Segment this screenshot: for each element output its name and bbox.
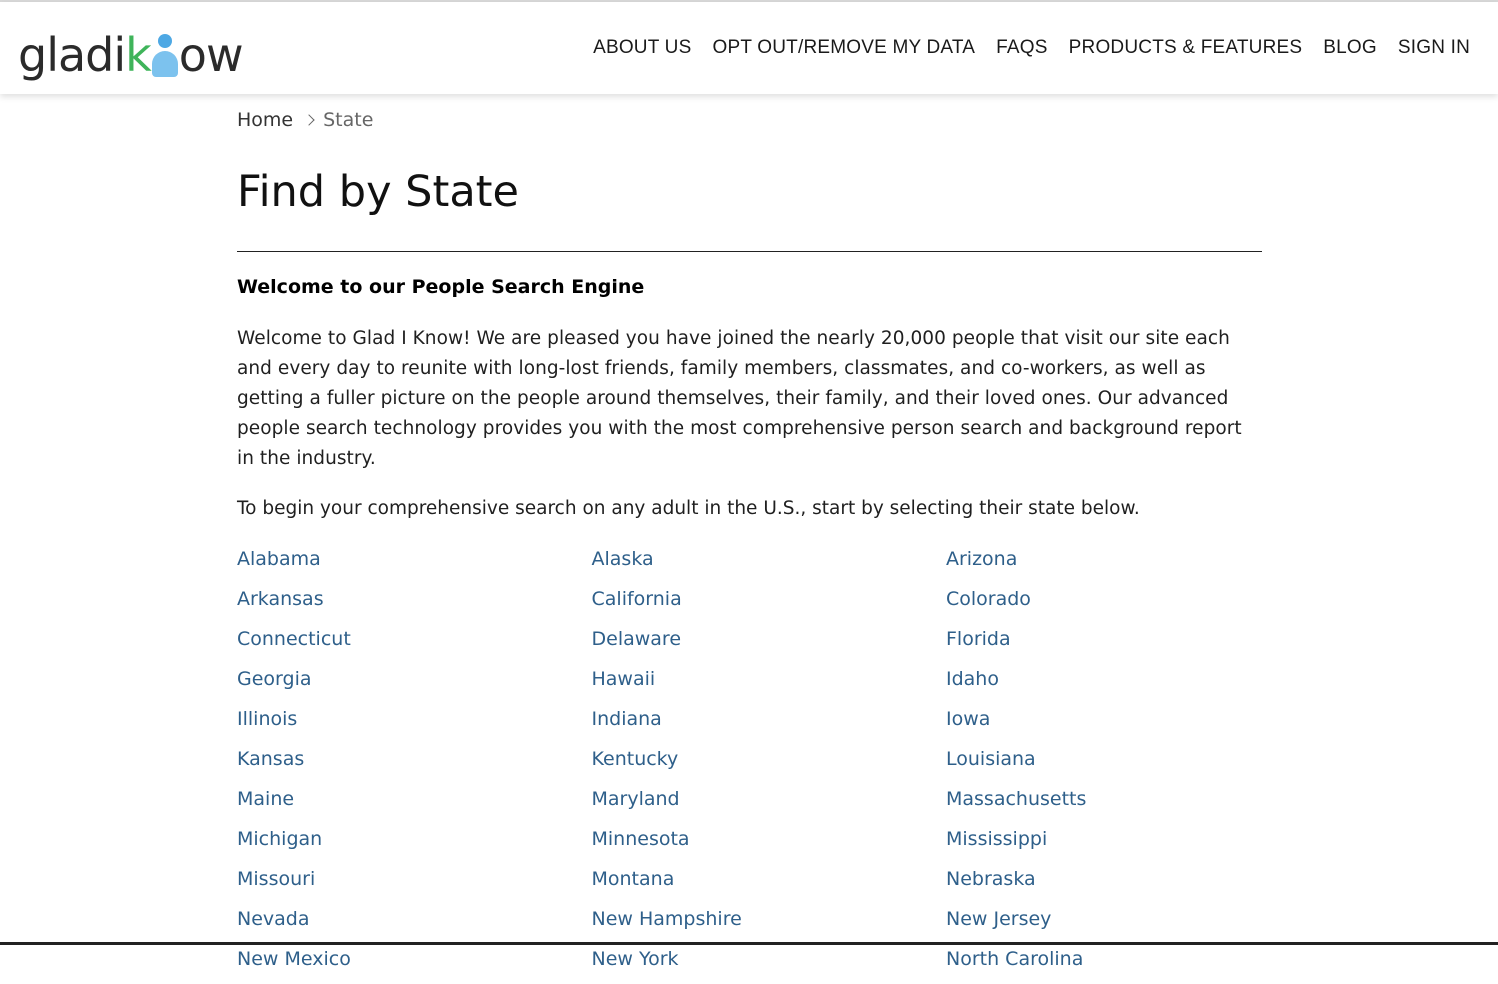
state-link-kansas[interactable]: Kansas xyxy=(237,744,592,784)
logo-text-left: gladi xyxy=(18,28,126,82)
state-link-nebraska[interactable]: Nebraska xyxy=(946,864,1262,904)
state-link-michigan[interactable]: Michigan xyxy=(237,824,592,864)
state-link-massachusetts[interactable]: Massachusetts xyxy=(946,784,1262,824)
nav-sign-in[interactable]: SIGN IN xyxy=(1398,37,1470,59)
state-link-georgia[interactable]: Georgia xyxy=(237,664,592,704)
nav-opt-out[interactable]: OPT OUT/REMOVE MY DATA xyxy=(712,37,975,59)
state-link-delaware[interactable]: Delaware xyxy=(592,624,947,664)
logo-text-green: k xyxy=(125,28,152,82)
nav-faqs[interactable]: FAQS xyxy=(996,37,1047,59)
intro-heading: Welcome to our People Search Engine xyxy=(237,276,645,298)
state-link-mississippi[interactable]: Mississippi xyxy=(946,824,1262,864)
state-link-florida[interactable]: Florida xyxy=(946,624,1262,664)
state-link-colorado[interactable]: Colorado xyxy=(946,584,1262,624)
page-title: Find by State xyxy=(237,167,519,217)
state-link-montana[interactable]: Montana xyxy=(592,864,947,904)
state-link-kentucky[interactable]: Kentucky xyxy=(592,744,947,784)
logo-text-right: ow xyxy=(178,28,244,82)
state-link-iowa[interactable]: Iowa xyxy=(946,704,1262,744)
state-link-california[interactable]: California xyxy=(592,584,947,624)
main-nav: ABOUT US OPT OUT/REMOVE MY DATA FAQS PRO… xyxy=(593,2,1470,94)
state-link-north-carolina[interactable]: North Carolina xyxy=(946,944,1262,984)
nav-about-us[interactable]: ABOUT US xyxy=(593,37,691,59)
state-link-alaska[interactable]: Alaska xyxy=(592,544,947,584)
state-link-alabama[interactable]: Alabama xyxy=(237,544,592,584)
state-link-louisiana[interactable]: Louisiana xyxy=(946,744,1262,784)
state-link-missouri[interactable]: Missouri xyxy=(237,864,592,904)
state-link-illinois[interactable]: Illinois xyxy=(237,704,592,744)
chevron-right-icon xyxy=(303,114,315,126)
state-link-minnesota[interactable]: Minnesota xyxy=(592,824,947,864)
state-link-maine[interactable]: Maine xyxy=(237,784,592,824)
breadcrumb-current: State xyxy=(323,109,374,131)
main-content: Home State Find by State Welcome to our … xyxy=(237,94,1262,984)
nav-products-features[interactable]: PRODUCTS & FEATURES xyxy=(1069,37,1303,59)
state-link-new-york[interactable]: New York xyxy=(592,944,947,984)
site-header: gladi k ow ABOUT US OPT OUT/REMOVE MY DA… xyxy=(0,2,1498,94)
divider xyxy=(237,251,1262,252)
state-link-arkansas[interactable]: Arkansas xyxy=(237,584,592,624)
lead-paragraph: To begin your comprehensive search on an… xyxy=(237,498,1140,519)
state-link-connecticut[interactable]: Connecticut xyxy=(237,624,592,664)
intro-paragraph: Welcome to Glad I Know! We are pleased y… xyxy=(237,328,1242,469)
nav-blog[interactable]: BLOG xyxy=(1323,37,1377,59)
state-link-idaho[interactable]: Idaho xyxy=(946,664,1262,704)
logo-person-icon xyxy=(151,34,178,78)
state-link-indiana[interactable]: Indiana xyxy=(592,704,947,744)
state-link-maryland[interactable]: Maryland xyxy=(592,784,947,824)
state-link-new-hampshire[interactable]: New Hampshire xyxy=(592,904,947,944)
state-link-new-jersey[interactable]: New Jersey xyxy=(946,904,1262,944)
state-link-new-mexico[interactable]: New Mexico xyxy=(237,944,592,984)
state-link-grid: Alabama Alaska Arizona Arkansas California Co… xyxy=(237,544,1262,984)
state-link-hawaii[interactable]: Hawaii xyxy=(592,664,947,704)
breadcrumb: Home State xyxy=(237,107,1262,133)
breadcrumb-home[interactable]: Home xyxy=(237,109,293,131)
state-link-arizona[interactable]: Arizona xyxy=(946,544,1262,584)
state-link-nevada[interactable]: Nevada xyxy=(237,904,592,944)
site-logo[interactable]: gladi k ow xyxy=(18,16,244,82)
